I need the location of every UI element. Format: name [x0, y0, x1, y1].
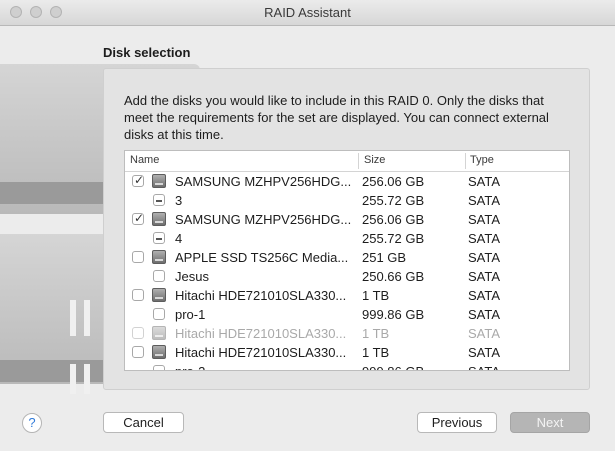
include-disk-checkbox[interactable]: [153, 232, 165, 244]
disk-size: 256.06 GB: [362, 174, 425, 189]
disk-name: Hitachi HDE721010SLA330...: [175, 288, 347, 303]
include-disk-checkbox[interactable]: [132, 346, 144, 358]
disk-size: 255.72 GB: [362, 231, 425, 246]
help-button[interactable]: ?: [22, 413, 42, 433]
volume-name: 4: [175, 231, 183, 246]
disk-type: SATA: [468, 326, 501, 341]
column-header-type[interactable]: Type: [470, 154, 494, 166]
include-disk-checkbox[interactable]: [153, 308, 165, 320]
include-disk-checkbox[interactable]: [153, 194, 165, 206]
table-row[interactable]: APPLE SSD TS256C Media... 251 GB SATA: [125, 248, 569, 267]
table-header: Name Size Type: [125, 151, 569, 172]
disk-size: 255.72 GB: [362, 193, 425, 208]
disk-table[interactable]: Name Size Type SAMSUNG MZHPV256HDG... 256…: [124, 150, 570, 371]
column-header-size[interactable]: Size: [364, 154, 385, 166]
volume-name: Jesus: [175, 269, 209, 284]
disk-type: SATA: [468, 288, 501, 303]
disk-name: APPLE SSD TS256C Media...: [175, 250, 349, 265]
include-disk-checkbox[interactable]: [153, 270, 165, 282]
table-row[interactable]: 4 255.72 GB SATA: [125, 229, 569, 248]
section-title: Disk selection: [103, 45, 191, 60]
disk-size: 256.06 GB: [362, 212, 425, 227]
include-disk-checkbox[interactable]: [132, 327, 144, 339]
disk-name: Hitachi HDE721010SLA330...: [175, 326, 347, 341]
disk-type: SATA: [468, 307, 501, 322]
disk-size: 999.86 GB: [362, 364, 424, 370]
table-row[interactable]: Hitachi HDE721010SLA330... 1 TB SATA: [125, 286, 569, 305]
disk-type: SATA: [468, 364, 500, 370]
disk-name: Hitachi HDE721010SLA330...: [175, 345, 347, 360]
disk-name: SAMSUNG MZHPV256HDG...: [175, 174, 352, 189]
table-row[interactable]: pro-2 999.86 GB SATA: [125, 362, 569, 370]
include-disk-checkbox[interactable]: [153, 365, 165, 370]
table-row[interactable]: 3 255.72 GB SATA: [125, 191, 569, 210]
disk-name: SAMSUNG MZHPV256HDG...: [175, 212, 352, 227]
disk-size: 250.66 GB: [362, 269, 425, 284]
cancel-button[interactable]: Cancel: [103, 412, 184, 433]
disk-type: SATA: [468, 231, 501, 246]
hard-disk-icon: [152, 345, 166, 359]
title-bar: RAID Assistant: [0, 0, 615, 26]
include-disk-checkbox[interactable]: [132, 289, 144, 301]
next-button[interactable]: Next: [510, 412, 590, 433]
disk-size: 1 TB: [362, 345, 390, 360]
hard-disk-icon: [152, 326, 166, 340]
include-disk-checkbox[interactable]: [132, 173, 144, 187]
table-row[interactable]: SAMSUNG MZHPV256HDG... 256.06 GB SATA: [125, 172, 569, 191]
disk-type: SATA: [468, 174, 501, 189]
hard-disk-icon: [152, 250, 166, 264]
volume-name: pro-1: [175, 307, 206, 322]
table-row[interactable]: SAMSUNG MZHPV256HDG... 256.06 GB SATA: [125, 210, 569, 229]
hard-disk-icon: [152, 288, 166, 302]
disk-size: 1 TB: [362, 288, 390, 303]
volume-name: pro-2: [175, 364, 205, 370]
column-header-name[interactable]: Name: [130, 154, 159, 166]
disk-type: SATA: [468, 269, 501, 284]
disk-size: 251 GB: [362, 250, 407, 265]
table-row[interactable]: pro-1 999.86 GB SATA: [125, 305, 569, 324]
previous-button[interactable]: Previous: [417, 412, 497, 433]
table-row[interactable]: Hitachi HDE721010SLA330... 1 TB SATA: [125, 343, 569, 362]
hard-disk-icon: [152, 212, 166, 226]
volume-name: 3: [175, 193, 183, 208]
disk-size: 999.86 GB: [362, 307, 425, 322]
disk-size: 1 TB: [362, 326, 390, 341]
hard-disk-icon: [152, 174, 166, 188]
include-disk-checkbox[interactable]: [132, 251, 144, 263]
disk-type: SATA: [468, 345, 501, 360]
table-row[interactable]: Jesus 250.66 GB SATA: [125, 267, 569, 286]
disk-type: SATA: [468, 250, 501, 265]
window-title: RAID Assistant: [264, 5, 351, 20]
instructions-text: Add the disks you would like to include …: [124, 93, 549, 142]
disk-type: SATA: [468, 193, 501, 208]
disk-type: SATA: [468, 212, 501, 227]
table-row[interactable]: Hitachi HDE721010SLA330... 1 TB SATA: [125, 324, 569, 343]
include-disk-checkbox[interactable]: [132, 211, 144, 225]
